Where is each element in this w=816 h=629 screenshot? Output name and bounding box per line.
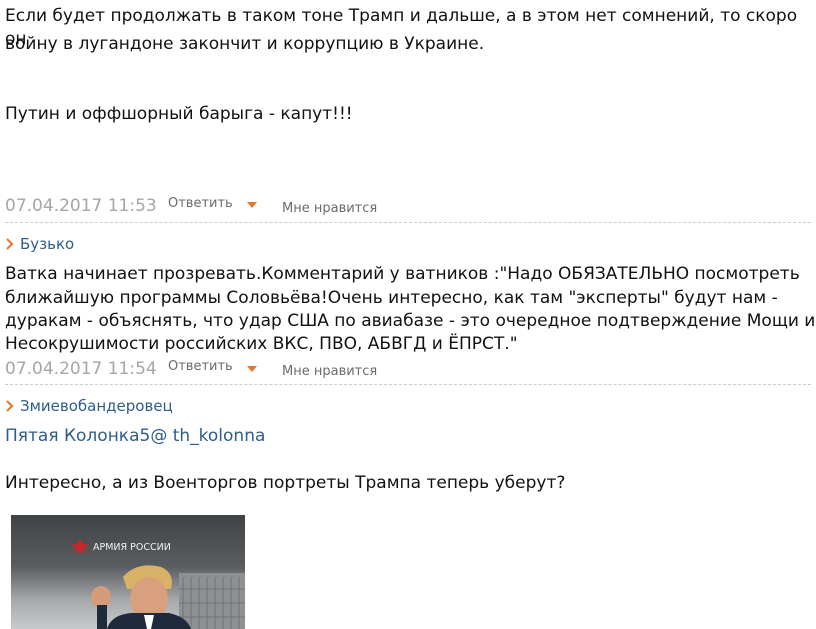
external-link[interactable]: Пятая Колонка5@ th_kolonna (5, 426, 265, 446)
author-name[interactable]: Змиевобандеровец (20, 397, 173, 415)
chevron-right-icon (6, 238, 14, 250)
comment-text-line: Интересно, а из Военторгов портреты Трам… (5, 473, 566, 493)
reply-dropdown-arrow-icon[interactable] (247, 366, 257, 372)
comment-text-line: Путин и оффшорный барыга - капут!!! (5, 104, 353, 124)
reply-dropdown-arrow-icon[interactable] (247, 202, 257, 208)
comment-text-line: ближайшую программы Соловьёва!Очень инте… (5, 288, 778, 308)
comment-image[interactable]: АРМИЯ РОССИИ (11, 515, 245, 629)
chevron-right-icon (6, 400, 14, 412)
like-button[interactable]: Мне нравится (282, 364, 377, 379)
author-name[interactable]: Бузько (20, 235, 74, 253)
comment-text-line: Несокрушимости российских ВКС, ПВО, АБВГ… (5, 334, 518, 354)
comment-text-line: дуракам - объяснять, что удар США по ави… (5, 311, 816, 331)
comment-divider (5, 384, 811, 385)
comment-text-line: войну в лугандоне закончит и коррупцию в… (5, 34, 485, 54)
reply-button[interactable]: Ответить (168, 196, 233, 211)
reply-button[interactable]: Ответить (168, 359, 233, 374)
comment-author-row: Бузько (5, 235, 74, 253)
comment-author-row: Змиевобандеровец (5, 397, 173, 415)
comment-divider (5, 222, 811, 223)
like-button[interactable]: Мне нравится (282, 201, 377, 216)
comment-date: 07.04.2017 11:54 (5, 359, 157, 379)
image-banner-text: АРМИЯ РОССИИ (93, 542, 171, 553)
comment-text-line: Ватка начинает прозревать.Комментарий у … (5, 264, 800, 284)
comment-date: 07.04.2017 11:53 (5, 196, 157, 216)
image-scene: АРМИЯ РОССИИ (71, 538, 245, 629)
